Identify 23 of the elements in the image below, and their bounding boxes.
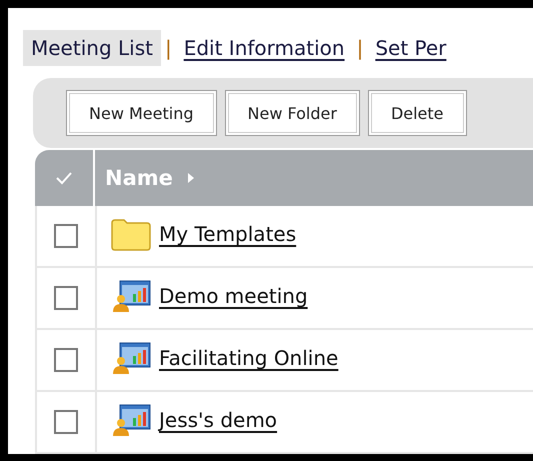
- toolbar-button[interactable]: New Folder: [224, 90, 360, 136]
- column-title: Name: [105, 166, 173, 190]
- item-link[interactable]: Facilitating Online: [159, 346, 338, 370]
- sort-arrow-icon: [186, 172, 195, 184]
- row-checkbox[interactable]: [54, 224, 78, 248]
- item-link[interactable]: My Templates: [159, 222, 296, 246]
- meeting-icon: [111, 342, 151, 374]
- check-icon: [55, 171, 73, 185]
- meeting-icon: [111, 404, 151, 436]
- folder-icon: [111, 218, 151, 250]
- row-checkbox[interactable]: [54, 348, 78, 372]
- tab-separator: |: [356, 36, 364, 60]
- tab[interactable]: Meeting List: [23, 30, 161, 66]
- tab[interactable]: Edit Information: [176, 30, 353, 66]
- row-checkbox[interactable]: [54, 286, 78, 310]
- toolbar-button[interactable]: New Meeting: [66, 90, 216, 136]
- tab-separator: |: [164, 36, 173, 60]
- row-checkbox[interactable]: [54, 410, 78, 434]
- tab[interactable]: Set Per: [367, 30, 454, 66]
- item-link[interactable]: Jess's demo: [159, 408, 278, 432]
- toolbar-button[interactable]: Delete: [368, 90, 467, 136]
- item-link[interactable]: Demo meeting: [159, 284, 308, 308]
- meeting-icon: [111, 280, 151, 312]
